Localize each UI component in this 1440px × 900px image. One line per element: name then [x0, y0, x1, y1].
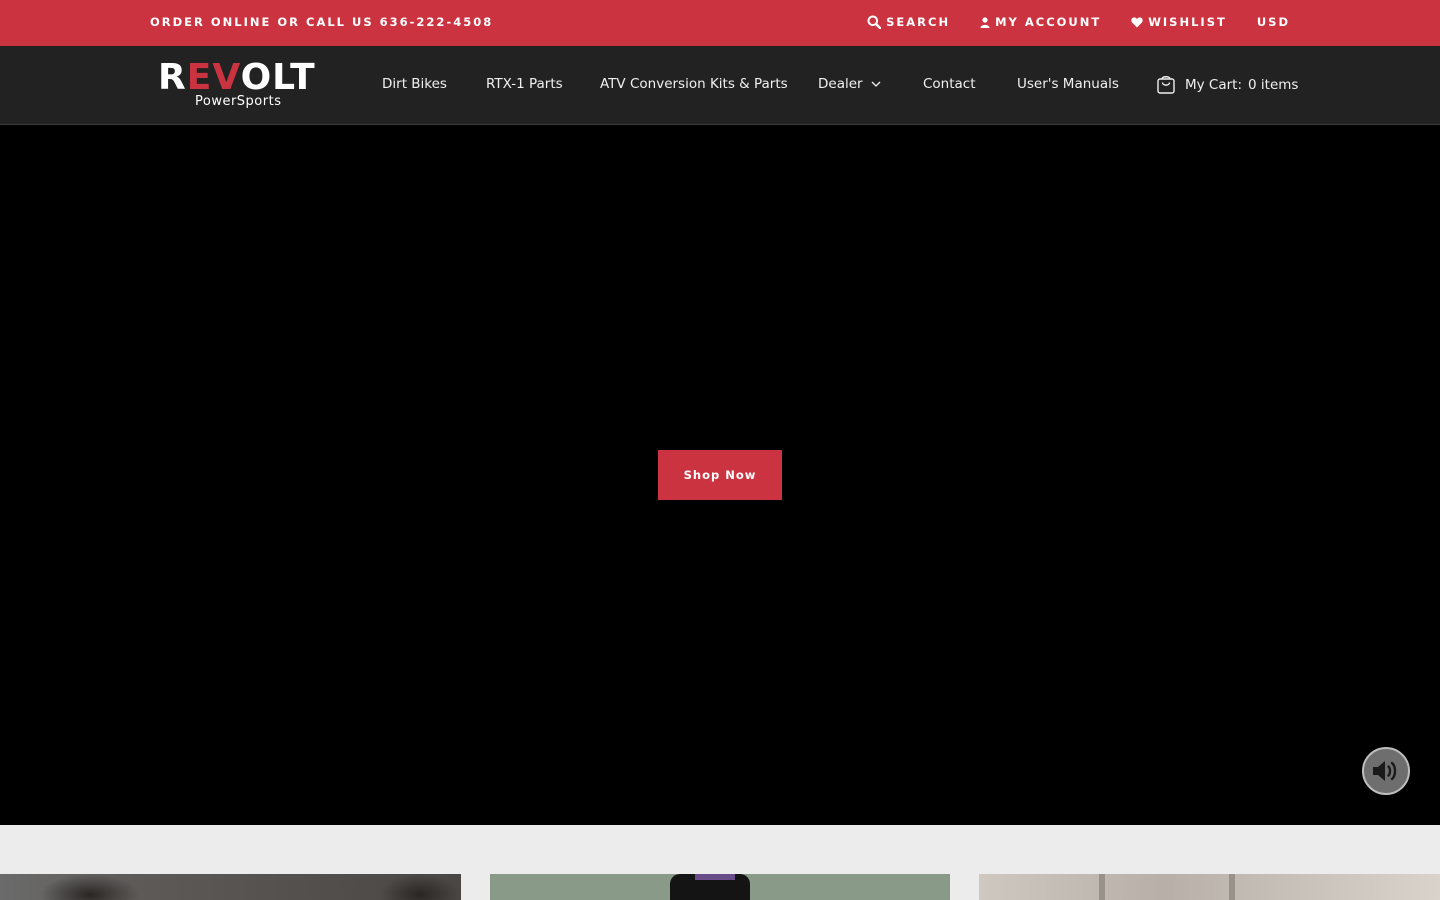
search-label: SEARCH [886, 15, 951, 29]
card-image-detail [380, 874, 460, 900]
user-icon [980, 16, 990, 28]
announcement-bar: ORDER ONLINE OR CALL US 636-222-4508 SEA… [0, 0, 1440, 46]
nav-item-users-manuals[interactable]: User's Manuals [1017, 76, 1119, 92]
speaker-icon [1373, 761, 1397, 781]
cart-count: 0 items [1248, 76, 1299, 93]
collection-cards [0, 874, 1440, 900]
search-icon [867, 15, 882, 29]
promo-text: ORDER ONLINE OR CALL US 636-222-4508 [150, 15, 494, 29]
shopping-bag-icon [1157, 76, 1175, 94]
cart-link[interactable]: My Cart: 0 items [1157, 75, 1298, 94]
currency-label: USD [1256, 15, 1290, 29]
collection-card[interactable] [490, 874, 950, 900]
nav-item-dealer[interactable]: Dealer [818, 76, 881, 92]
utility-links: SEARCH MY ACCOUNT WISHLIST USD [867, 15, 1290, 29]
card-image-detail [1099, 874, 1105, 900]
wishlist-label: WISHLIST [1148, 15, 1227, 29]
nav-item-atv-conversion-kits[interactable]: ATV Conversion Kits & Parts [600, 76, 788, 92]
nav-item-dealer-label: Dealer [818, 76, 863, 92]
site-header: REVOLT PowerSports Dirt Bikes RTX-1 Part… [0, 46, 1440, 125]
card-image-detail [40, 874, 140, 900]
heart-icon [1131, 16, 1143, 27]
hero-video: Shop Now [0, 125, 1440, 825]
logo-subtitle: PowerSports [195, 94, 282, 109]
nav-item-rtx1-parts[interactable]: RTX-1 Parts [486, 76, 563, 92]
chevron-down-icon [871, 81, 881, 87]
nav-item-contact[interactable]: Contact [923, 76, 976, 92]
nav-item-dirt-bikes[interactable]: Dirt Bikes [382, 76, 447, 92]
account-label: MY ACCOUNT [995, 15, 1102, 29]
shop-now-button[interactable]: Shop Now [658, 450, 782, 500]
collection-card[interactable] [979, 874, 1440, 900]
cart-label: My Cart: [1185, 76, 1243, 93]
card-image-detail [1229, 874, 1235, 900]
search-link[interactable]: SEARCH [867, 15, 950, 29]
wishlist-link[interactable]: WISHLIST [1131, 15, 1227, 29]
collection-card[interactable] [0, 874, 461, 900]
card-image-detail [695, 874, 735, 880]
my-account-link[interactable]: MY ACCOUNT [980, 15, 1101, 29]
mute-toggle-button[interactable] [1362, 747, 1410, 795]
currency-selector[interactable]: USD [1257, 15, 1290, 29]
